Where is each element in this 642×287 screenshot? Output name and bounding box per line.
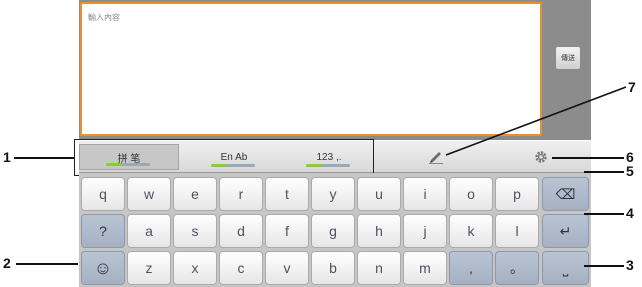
- comma-key[interactable]: ,: [449, 251, 493, 285]
- key-g[interactable]: g: [311, 214, 355, 248]
- emoticon-icon: ☺: [93, 257, 113, 278]
- delete-icon: ⌫: [555, 185, 576, 202]
- key-f[interactable]: f: [265, 214, 309, 248]
- key-v[interactable]: v: [265, 251, 309, 285]
- key-n[interactable]: n: [357, 251, 401, 285]
- space-icon: ⎵: [562, 259, 569, 276]
- key-w[interactable]: w: [127, 177, 171, 211]
- key-b[interactable]: b: [311, 251, 355, 285]
- key-j[interactable]: j: [403, 214, 447, 248]
- callout-line-4: [584, 213, 624, 215]
- key-k[interactable]: k: [449, 214, 493, 248]
- key-a[interactable]: a: [127, 214, 171, 248]
- callout-7: 7: [628, 79, 636, 95]
- key-l[interactable]: l: [495, 214, 539, 248]
- key-y[interactable]: y: [311, 177, 355, 211]
- key-c[interactable]: c: [219, 251, 263, 285]
- callout-line-2: [16, 263, 78, 265]
- key-u[interactable]: u: [357, 177, 401, 211]
- key-h[interactable]: h: [357, 214, 401, 248]
- send-button[interactable]: 傳送: [555, 46, 581, 70]
- callout-1: 1: [3, 149, 11, 165]
- gear-icon[interactable]: [534, 150, 548, 164]
- callout-2: 2: [3, 255, 11, 271]
- callout-line-5: [584, 171, 624, 173]
- key-p[interactable]: p: [495, 177, 539, 211]
- delete-key[interactable]: ⌫: [542, 177, 589, 211]
- key-i[interactable]: i: [403, 177, 447, 211]
- key-s[interactable]: s: [173, 214, 217, 248]
- mode-group-highlight: [74, 139, 374, 176]
- callout-3: 3: [626, 257, 634, 273]
- key-z[interactable]: z: [127, 251, 171, 285]
- message-input[interactable]: 輸入內容: [80, 2, 542, 136]
- callout-4: 4: [626, 205, 634, 221]
- input-placeholder: 輸入內容: [88, 13, 120, 22]
- callout-line-3: [584, 265, 624, 267]
- callout-5: 5: [626, 163, 634, 179]
- key-m[interactable]: m: [403, 251, 447, 285]
- key-q[interactable]: q: [81, 177, 125, 211]
- callout-line-1: [14, 157, 74, 159]
- period-key[interactable]: 。: [495, 251, 539, 285]
- key-r[interactable]: r: [219, 177, 263, 211]
- key-d[interactable]: d: [219, 214, 263, 248]
- pen-icon[interactable]: [428, 148, 444, 164]
- key-o[interactable]: o: [449, 177, 493, 211]
- space-key[interactable]: ⎵: [542, 251, 589, 285]
- enter-key[interactable]: ↵: [542, 214, 589, 248]
- keyboard: q w e r t y u i o p ⌫ ? a s d f g h j k …: [79, 173, 591, 287]
- screen: 輸入內容 傳送 拼 笔 En Ab 123 ,. q w e r t y u i…: [0, 0, 642, 287]
- callout-line-6: [552, 157, 624, 159]
- symbol-key[interactable]: ?: [81, 214, 125, 248]
- emoticon-key[interactable]: ☺: [81, 251, 125, 285]
- key-x[interactable]: x: [173, 251, 217, 285]
- callout-6: 6: [626, 149, 634, 165]
- key-t[interactable]: t: [265, 177, 309, 211]
- key-e[interactable]: e: [173, 177, 217, 211]
- enter-icon: ↵: [559, 222, 572, 239]
